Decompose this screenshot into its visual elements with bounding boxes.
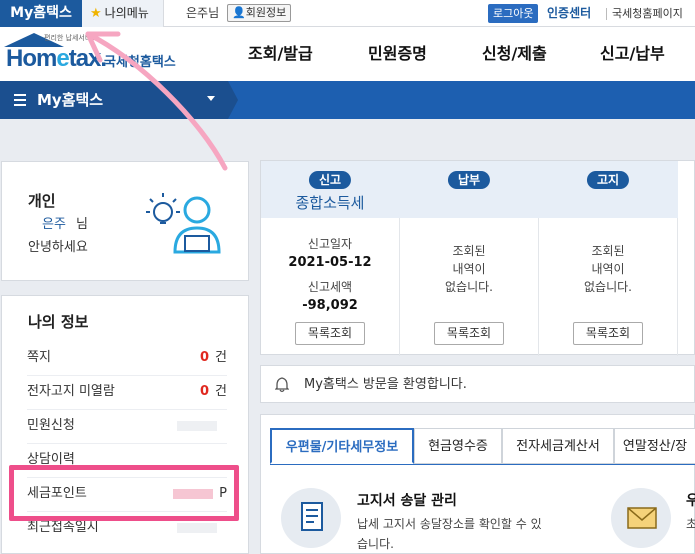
user-type: 개인 (28, 192, 56, 210)
document-icon (281, 488, 341, 548)
report-tax-type: 종합소득세 (295, 194, 365, 212)
person-icon: 👤 (232, 6, 246, 19)
notice-list-button[interactable]: 목록조회 (573, 322, 643, 345)
info-row-civil-request[interactable]: 민원신청 (27, 409, 227, 443)
gnb-apply-submit[interactable]: 신청/제출 (482, 27, 547, 81)
notice-badge: 고지 (586, 171, 630, 189)
sub-navigation-bar: My홈택스 (0, 81, 695, 119)
divider (606, 8, 607, 20)
gnb-inquiry-issue[interactable]: 조회/발급 (248, 27, 313, 81)
user-lightbulb-icon (146, 193, 221, 254)
user-name: 은주 (42, 217, 66, 232)
hometax-logo[interactable]: 편리한 납세서비스 Hometax. 국세청홈택스 (4, 31, 194, 77)
gnb-report-pay[interactable]: 신고/납부 (600, 27, 665, 81)
member-info-button[interactable]: 👤회원정보 (227, 4, 292, 22)
gnb-civil-certificate[interactable]: 민원증명 (368, 27, 427, 81)
report-amount: -98,092 (302, 298, 358, 313)
report-date: 2021-05-12 (288, 255, 372, 270)
envelope-icon (611, 488, 671, 548)
report-column: 신고 종합소득세 신고일자 2021-05-12 신고세액 -98,092 목록… (261, 161, 400, 356)
logo-tagline: 편리한 납세서비스 (44, 34, 98, 42)
my-hometax-dropdown[interactable]: My홈택스 (0, 81, 228, 119)
my-info-title: 나의 정보 (28, 313, 89, 331)
service-desc-line2: 습니다. (357, 537, 394, 551)
username: 은주님 (186, 6, 220, 20)
redacted-value (177, 421, 217, 431)
my-menu-tab[interactable]: ★ 나의메뉴 (82, 0, 164, 27)
subnav-title: My홈택스 (37, 91, 104, 109)
payment-badge: 납부 (447, 171, 491, 189)
main-header: 편리한 납세서비스 Hometax. 국세청홈택스 조회/발급 민원증명 신청/… (0, 27, 695, 81)
logo-wordmark: Hometax. (6, 45, 107, 72)
my-menu-label: 나의메뉴 (104, 6, 149, 20)
logout-button[interactable]: 로그아웃 (488, 4, 539, 23)
top-utility-bar: My홈택스 ★ 나의메뉴 은주님 👤회원정보 로그아웃 인증센터 국세청홈페이지 (0, 0, 695, 27)
tab-e-tax-invoice[interactable]: 전자세금계산서 (502, 428, 614, 464)
info-row-notes[interactable]: 쪽지 0건 (27, 341, 227, 375)
redacted-value (177, 523, 217, 533)
notes-count: 0 (199, 350, 210, 365)
e-notice-count: 0 (199, 384, 210, 399)
report-list-button[interactable]: 목록조회 (295, 322, 365, 345)
member-info-label: 회원정보 (245, 6, 287, 19)
bell-icon (275, 377, 289, 393)
service-title-2[interactable]: 우 (686, 490, 695, 510)
report-badge: 신고 (308, 171, 352, 189)
service-title[interactable]: 고지서 송달 관리 (357, 490, 457, 510)
cert-center-link[interactable]: 인증센터 (547, 0, 591, 27)
notice-column: 고지 조회된 내역이 없습니다. 목록조회 (539, 161, 678, 356)
nav-arrow-shape (228, 81, 238, 119)
payment-column: 납부 조회된 내역이 없습니다. 목록조회 (400, 161, 539, 356)
service-desc-line1: 납세 고지서 송달장소를 확인할 수 있 (357, 517, 542, 531)
caret-down-icon (207, 96, 215, 101)
info-row-e-notice[interactable]: 전자고지 미열람 0건 (27, 375, 227, 409)
report-amount-label: 신고세액 (307, 280, 353, 294)
service-desc-2: 초 (686, 517, 695, 531)
user-name-suffix: 님 (76, 217, 88, 232)
tab-mail-tax-info[interactable]: 우편물/기타세무정보 (270, 428, 414, 464)
service-panel: 우편물/기타세무정보 현금영수증 전자세금계산서 연말정산/장 고지서 송달 관… (260, 414, 695, 554)
payment-list-button[interactable]: 목록조회 (434, 322, 504, 345)
tax-status-panel: 신고 종합소득세 신고일자 2021-05-12 신고세액 -98,092 목록… (260, 160, 695, 356)
report-date-label: 신고일자 (307, 237, 353, 251)
hamburger-icon (14, 94, 26, 106)
greeting: 안녕하세요 (28, 240, 88, 255)
nts-homepage-link[interactable]: 국세청홈페이지 (612, 0, 683, 27)
tab-year-end-settlement[interactable]: 연말정산/장 (614, 428, 695, 464)
my-hometax-tab[interactable]: My홈택스 (0, 0, 82, 27)
tab-cash-receipt[interactable]: 현금영수증 (414, 428, 502, 464)
welcome-bar: My홈택스 방문을 환영합니다. (260, 365, 695, 403)
star-icon: ★ (90, 6, 102, 21)
welcome-message: My홈택스 방문을 환영합니다. (304, 377, 467, 392)
highlight-box (9, 465, 239, 521)
profile-card: 개인 은주 님 안녕하세요 (1, 161, 249, 281)
logo-nts: 국세청홈택스 (104, 55, 176, 70)
